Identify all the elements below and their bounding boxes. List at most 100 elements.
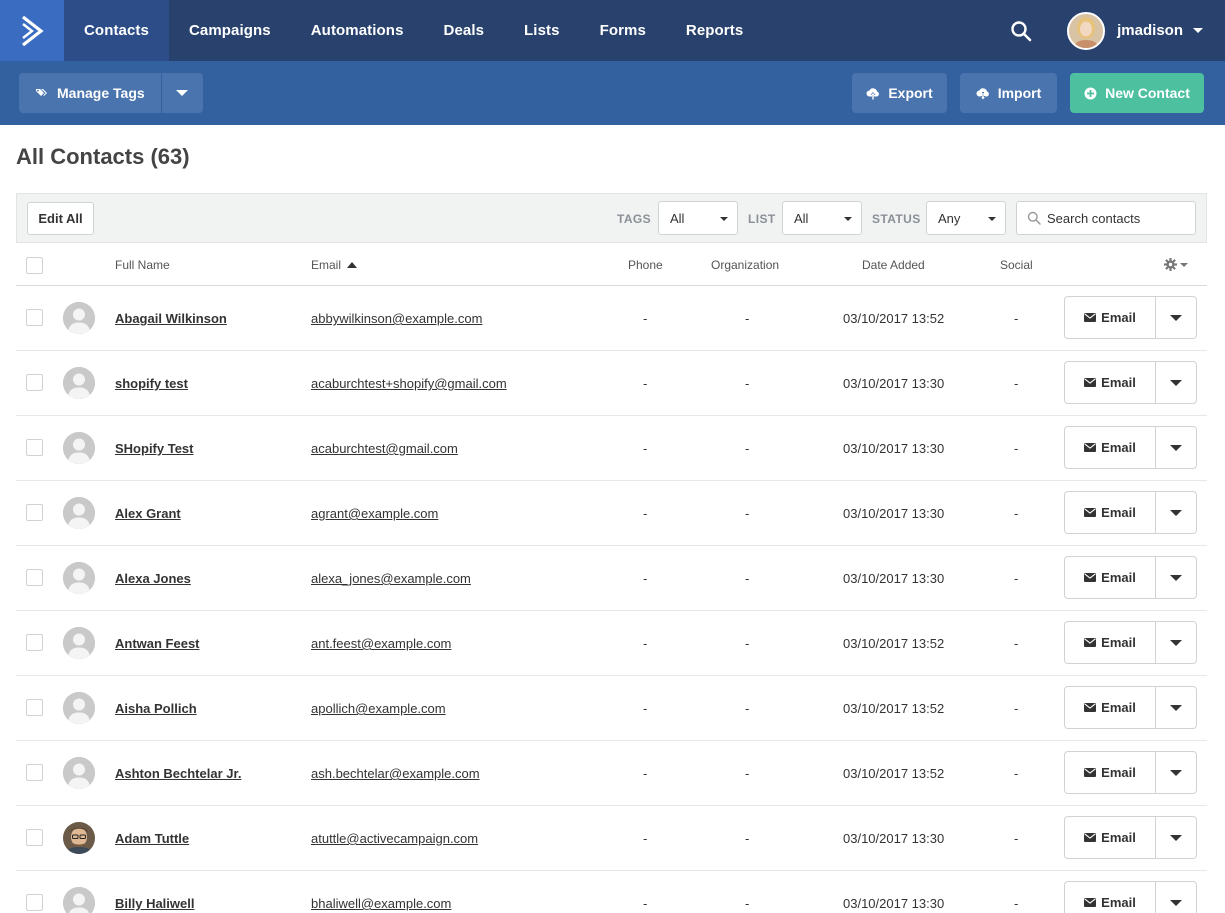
email-actions-dropdown[interactable]: [1156, 882, 1196, 913]
column-header-social[interactable]: Social: [1000, 258, 1033, 272]
contact-name-link[interactable]: SHopify Test: [115, 441, 194, 456]
contact-name-link[interactable]: Antwan Feest: [115, 636, 200, 651]
email-actions-dropdown[interactable]: [1156, 362, 1196, 403]
logo[interactable]: [0, 0, 64, 61]
contact-name-link[interactable]: shopify test: [115, 376, 188, 391]
list-filter-select[interactable]: All: [782, 201, 862, 235]
column-header-full-name[interactable]: Full Name: [115, 258, 170, 272]
contact-name-link[interactable]: Aisha Pollich: [115, 701, 197, 716]
organization-cell: -: [745, 376, 750, 391]
row-checkbox[interactable]: [26, 374, 43, 391]
contact-email-link[interactable]: acaburchtest+shopify@gmail.com: [311, 376, 507, 391]
avatar: [63, 822, 95, 854]
email-actions-dropdown[interactable]: [1156, 557, 1196, 598]
row-checkbox[interactable]: [26, 699, 43, 716]
column-header-date-added[interactable]: Date Added: [862, 258, 925, 272]
email-button[interactable]: Email: [1065, 687, 1156, 728]
email-button[interactable]: Email: [1065, 297, 1156, 338]
chevron-down-icon: [1170, 834, 1182, 841]
row-checkbox[interactable]: [26, 634, 43, 651]
sort-ascending-icon: [347, 262, 358, 268]
status-filter-select[interactable]: Any: [926, 201, 1006, 235]
contact-email-link[interactable]: abbywilkinson@example.com: [311, 311, 482, 326]
gear-icon: [1164, 258, 1177, 271]
email-actions-dropdown[interactable]: [1156, 687, 1196, 728]
email-actions-dropdown[interactable]: [1156, 492, 1196, 533]
nav-item-automations[interactable]: Automations: [291, 0, 424, 61]
tags-filter-select[interactable]: All: [658, 201, 738, 235]
row-checkbox[interactable]: [26, 309, 43, 326]
row-checkbox[interactable]: [26, 504, 43, 521]
email-button[interactable]: Email: [1065, 557, 1156, 598]
column-header-email[interactable]: Email: [311, 258, 358, 272]
email-button[interactable]: Email: [1065, 492, 1156, 533]
email-button[interactable]: Email: [1065, 752, 1156, 793]
email-button[interactable]: Email: [1065, 362, 1156, 403]
row-checkbox[interactable]: [26, 569, 43, 586]
column-header-phone[interactable]: Phone: [628, 258, 663, 272]
manage-tags-button[interactable]: Manage Tags: [19, 73, 162, 113]
nav-item-deals[interactable]: Deals: [424, 0, 505, 61]
contact-name-link[interactable]: Alex Grant: [115, 506, 181, 521]
contact-email-link[interactable]: apollich@example.com: [311, 701, 446, 716]
row-checkbox[interactable]: [26, 764, 43, 781]
email-split-button: Email: [1064, 361, 1197, 404]
nav-item-lists[interactable]: Lists: [504, 0, 580, 61]
contact-email-link[interactable]: ant.feest@example.com: [311, 636, 451, 651]
manage-tags-label: Manage Tags: [57, 85, 145, 101]
contact-email-link[interactable]: bhaliwell@example.com: [311, 896, 451, 911]
manage-tags-dropdown[interactable]: [162, 73, 203, 113]
nav-item-reports[interactable]: Reports: [666, 0, 763, 61]
column-settings-button[interactable]: [1164, 258, 1188, 271]
contact-email-link[interactable]: agrant@example.com: [311, 506, 438, 521]
email-actions-dropdown[interactable]: [1156, 297, 1196, 338]
user-menu[interactable]: jmadison: [1067, 11, 1203, 50]
select-all-checkbox[interactable]: [26, 257, 43, 274]
avatar: [63, 562, 95, 594]
import-button[interactable]: Import: [960, 73, 1057, 113]
contact-email-link[interactable]: alexa_jones@example.com: [311, 571, 471, 586]
row-checkbox[interactable]: [26, 829, 43, 846]
chevron-down-icon: [1170, 899, 1182, 906]
contact-name-link[interactable]: Abagail Wilkinson: [115, 311, 227, 326]
export-button[interactable]: Export: [852, 73, 947, 113]
contact-name-link[interactable]: Adam Tuttle: [115, 831, 189, 846]
email-button-label: Email: [1101, 700, 1136, 715]
email-button[interactable]: Email: [1065, 427, 1156, 468]
contact-email-link[interactable]: acaburchtest@gmail.com: [311, 441, 458, 456]
table-row: Abagail Wilkinson abbywilkinson@example.c…: [16, 286, 1207, 351]
page-title: All Contacts (63): [16, 144, 190, 169]
search-input[interactable]: [1047, 210, 1187, 226]
global-search-button[interactable]: [1001, 11, 1041, 51]
row-checkbox[interactable]: [26, 439, 43, 456]
column-header-email-label: Email: [311, 258, 342, 272]
nav-item-contacts[interactable]: Contacts: [64, 0, 169, 61]
contact-email-link[interactable]: atuttle@activecampaign.com: [311, 831, 478, 846]
email-actions-dropdown[interactable]: [1156, 622, 1196, 663]
contact-name-link[interactable]: Alexa Jones: [115, 571, 191, 586]
table-header: Full Name Email Phone Organization Date …: [16, 243, 1207, 286]
contact-email-link[interactable]: ash.bechtelar@example.com: [311, 766, 480, 781]
nav-item-forms[interactable]: Forms: [580, 0, 666, 61]
email-button[interactable]: Email: [1065, 817, 1156, 858]
nav-item-campaigns[interactable]: Campaigns: [169, 0, 291, 61]
contact-name-link[interactable]: Billy Haliwell: [115, 896, 194, 911]
chevron-down-icon: [844, 217, 852, 221]
column-header-organization[interactable]: Organization: [711, 258, 779, 272]
email-split-button: Email: [1064, 491, 1197, 534]
row-checkbox[interactable]: [26, 894, 43, 911]
new-contact-button[interactable]: New Contact: [1070, 73, 1204, 113]
contact-name-link[interactable]: Ashton Bechtelar Jr.: [115, 766, 241, 781]
email-button[interactable]: Email: [1065, 882, 1156, 913]
edit-all-button[interactable]: Edit All: [27, 202, 94, 235]
date-added-cell: 03/10/2017 13:52: [843, 701, 945, 716]
email-actions-dropdown[interactable]: [1156, 752, 1196, 793]
email-actions-dropdown[interactable]: [1156, 817, 1196, 858]
email-button[interactable]: Email: [1065, 622, 1156, 663]
chevron-down-icon: [1170, 509, 1182, 516]
chevron-down-icon: [720, 217, 728, 221]
email-actions-dropdown[interactable]: [1156, 427, 1196, 468]
date-added-cell: 03/10/2017 13:30: [843, 571, 945, 586]
email-split-button: Email: [1064, 426, 1197, 469]
export-label: Export: [888, 85, 933, 101]
